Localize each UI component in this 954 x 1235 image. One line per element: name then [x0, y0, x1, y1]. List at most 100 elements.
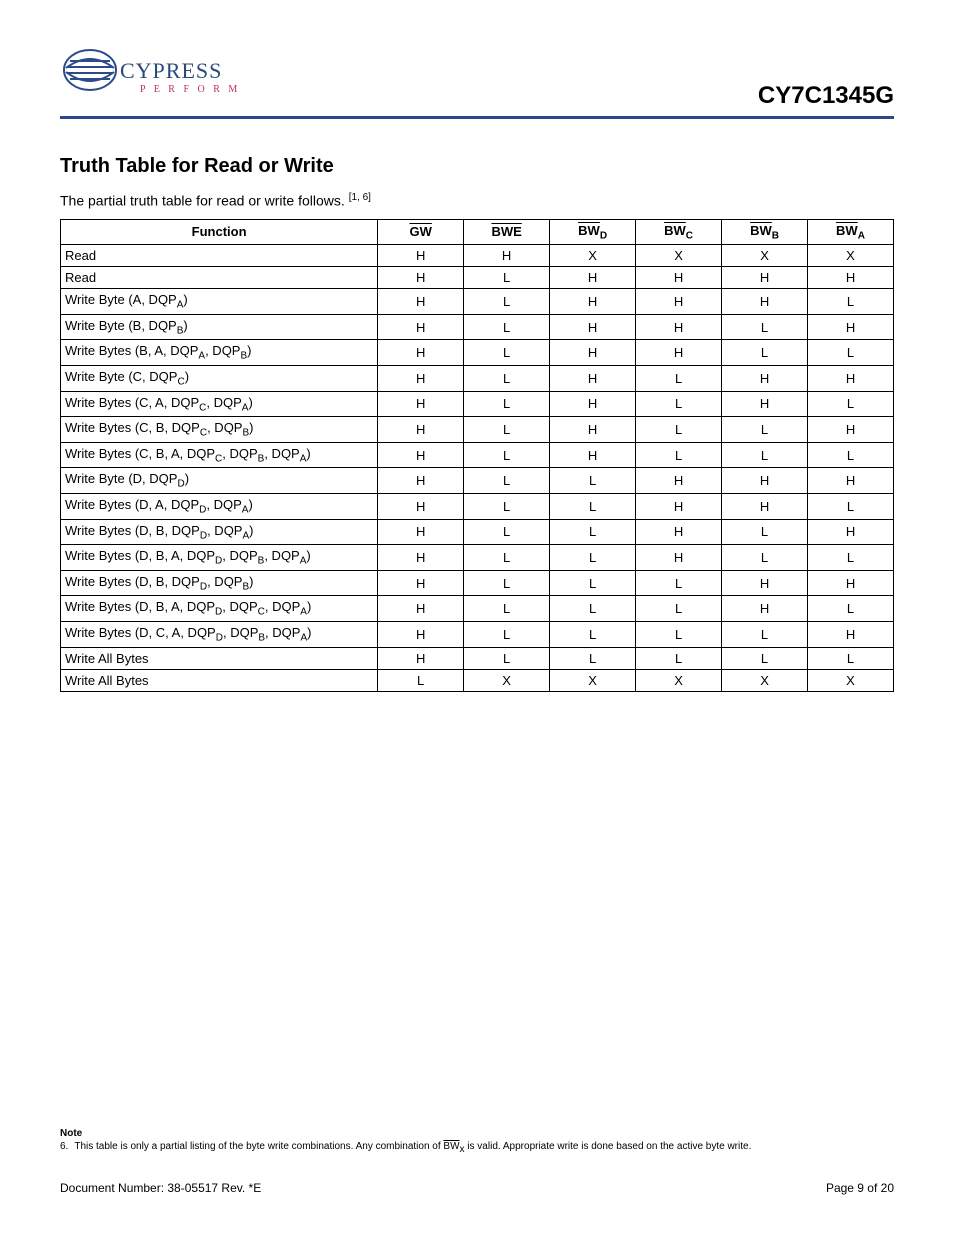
cell-value: H: [808, 314, 894, 340]
cell-value: L: [808, 442, 894, 468]
cell-value: H: [550, 267, 636, 289]
cell-value: H: [808, 267, 894, 289]
cell-value: H: [636, 468, 722, 494]
cell-value: L: [464, 289, 550, 315]
table-row: Write All BytesLXXXXX: [61, 669, 894, 691]
cell-value: L: [636, 647, 722, 669]
table-row: Write All BytesHLLLLL: [61, 647, 894, 669]
cell-value: L: [636, 621, 722, 647]
cell-value: H: [378, 494, 464, 520]
cell-value: H: [722, 468, 808, 494]
cell-value: L: [464, 417, 550, 443]
cell-value: H: [378, 417, 464, 443]
cell-value: H: [722, 366, 808, 392]
cell-value: L: [808, 494, 894, 520]
cell-value: L: [636, 417, 722, 443]
cell-value: H: [378, 621, 464, 647]
cell-function: Write Bytes (D, A, DQPD, DQPA): [61, 494, 378, 520]
cell-value: L: [808, 340, 894, 366]
table-row: ReadHLHHHH: [61, 267, 894, 289]
table-row: Write Bytes (D, B, DQPD, DQPB)HLLLHH: [61, 570, 894, 596]
cell-value: H: [808, 570, 894, 596]
company-logo: CYPRESS P E R F O R M: [60, 40, 250, 110]
table-row: Write Bytes (D, B, A, DQPD, DQPB, DQPA)H…: [61, 545, 894, 571]
cell-value: H: [378, 647, 464, 669]
intro-text: The partial truth table for read or writ…: [60, 193, 349, 209]
th-bwd: BWD: [550, 219, 636, 245]
th-gw: GW: [378, 219, 464, 245]
cell-function: Read: [61, 245, 378, 267]
cell-value: L: [464, 519, 550, 545]
cell-value: X: [636, 245, 722, 267]
cell-value: L: [722, 314, 808, 340]
cell-value: H: [378, 289, 464, 315]
th-bwe: BWE: [464, 219, 550, 245]
cell-function: Write Bytes (C, B, A, DQPC, DQPB, DQPA): [61, 442, 378, 468]
cell-value: H: [808, 621, 894, 647]
cell-value: H: [636, 314, 722, 340]
th-bwa: BWA: [808, 219, 894, 245]
cell-value: H: [808, 366, 894, 392]
table-row: Write Bytes (D, B, DQPD, DQPA)HLLHLH: [61, 519, 894, 545]
cell-value: L: [722, 519, 808, 545]
cell-value: H: [378, 366, 464, 392]
note-line: 6. This table is only a partial listing …: [60, 1141, 894, 1155]
cell-value: L: [378, 669, 464, 691]
cell-value: L: [464, 545, 550, 571]
cell-value: L: [464, 366, 550, 392]
cell-value: H: [550, 289, 636, 315]
cell-value: H: [378, 468, 464, 494]
cell-function: Write All Bytes: [61, 647, 378, 669]
cell-value: X: [808, 245, 894, 267]
cell-value: L: [464, 621, 550, 647]
cell-value: X: [550, 245, 636, 267]
cell-value: H: [378, 596, 464, 622]
cell-function: Read: [61, 267, 378, 289]
table-row: Write Byte (A, DQPA)HLHHHL: [61, 289, 894, 315]
cell-value: L: [722, 442, 808, 468]
cell-value: H: [808, 468, 894, 494]
part-number: CY7C1345G: [758, 82, 894, 110]
cell-value: H: [378, 245, 464, 267]
section-intro: The partial truth table for read or writ…: [60, 192, 894, 209]
table-row: Write Byte (B, DQPB)HLHHLH: [61, 314, 894, 340]
cell-function: Write Byte (B, DQPB): [61, 314, 378, 340]
page-footer: Document Number: 38-05517 Rev. *E Page 9…: [60, 1181, 894, 1195]
cell-value: H: [636, 519, 722, 545]
cell-function: Write Byte (A, DQPA): [61, 289, 378, 315]
cell-value: L: [722, 621, 808, 647]
section-title: Truth Table for Read or Write: [60, 155, 894, 178]
cell-value: H: [722, 596, 808, 622]
th-bwb: BWB: [722, 219, 808, 245]
cell-value: H: [378, 391, 464, 417]
cell-value: L: [550, 519, 636, 545]
header-rule: [60, 116, 894, 119]
cell-function: Write Byte (D, DQPD): [61, 468, 378, 494]
cell-value: X: [722, 669, 808, 691]
cell-value: L: [464, 391, 550, 417]
cell-value: H: [722, 391, 808, 417]
cell-value: L: [636, 570, 722, 596]
cell-value: L: [464, 267, 550, 289]
table-row: Write Bytes (C, B, A, DQPC, DQPB, DQPA)H…: [61, 442, 894, 468]
cell-value: L: [636, 391, 722, 417]
table-row: Write Bytes (D, C, A, DQPD, DQPB, DQPA)H…: [61, 621, 894, 647]
table-row: Write Byte (C, DQPC)HLHLHH: [61, 366, 894, 392]
cell-value: H: [808, 417, 894, 443]
cell-value: L: [808, 647, 894, 669]
cell-value: X: [464, 669, 550, 691]
cell-value: L: [464, 494, 550, 520]
cell-value: H: [636, 289, 722, 315]
cell-value: L: [722, 340, 808, 366]
cell-value: L: [636, 366, 722, 392]
cell-value: L: [464, 570, 550, 596]
cell-value: H: [636, 494, 722, 520]
table-row: Write Bytes (C, A, DQPC, DQPA)HLHLHL: [61, 391, 894, 417]
cell-function: Write Bytes (D, B, A, DQPD, DQPC, DQPA): [61, 596, 378, 622]
cell-value: L: [636, 442, 722, 468]
cell-function: Write Byte (C, DQPC): [61, 366, 378, 392]
cell-value: L: [550, 494, 636, 520]
cell-value: H: [378, 442, 464, 468]
doc-number: Document Number: 38-05517 Rev. *E: [60, 1181, 261, 1195]
cell-function: Write Bytes (D, C, A, DQPD, DQPB, DQPA): [61, 621, 378, 647]
